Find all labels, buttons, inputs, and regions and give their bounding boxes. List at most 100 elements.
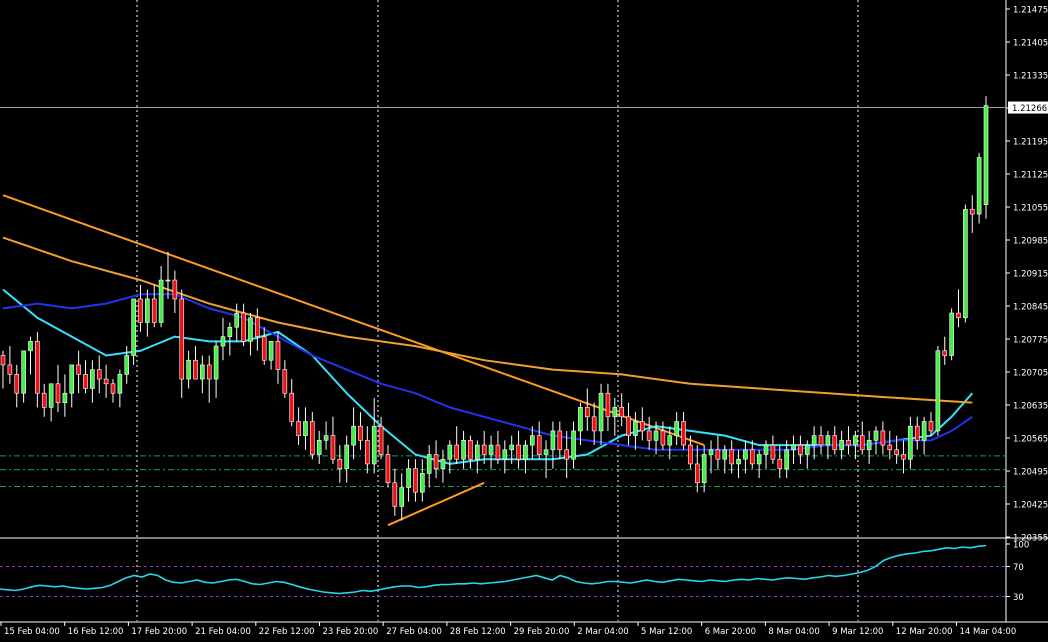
candle-body <box>186 359 191 380</box>
candle-body <box>804 444 810 455</box>
candle <box>316 430 322 464</box>
candle-body <box>633 421 638 436</box>
candle-body <box>399 487 404 507</box>
candle <box>103 364 109 398</box>
time-tick-label: 23 Feb 20:00 <box>323 627 379 637</box>
oscillator-axis-labels: 100 70 30 <box>1006 541 1029 603</box>
candle <box>213 341 219 398</box>
candle-body <box>117 374 123 394</box>
candle <box>646 416 652 450</box>
price-tick-label: 1.20635 <box>1013 402 1048 412</box>
candle <box>275 331 281 384</box>
candle-body <box>832 435 838 451</box>
candle-body <box>653 430 659 441</box>
candle <box>62 374 68 417</box>
candle <box>976 152 982 224</box>
time-tick-label: 12 Mar 20:00 <box>896 627 953 637</box>
candle <box>399 473 404 521</box>
forex-chart: 1.21475 1.21405 1.21335 1.21195 1.21125 1.210… <box>0 0 1048 638</box>
candle-body <box>509 444 514 451</box>
candle <box>35 331 40 408</box>
candle-body <box>426 454 432 474</box>
chart-svg: 1.21475 1.21405 1.21335 1.21195 1.21125 1.210… <box>0 0 1048 637</box>
candle <box>591 402 597 446</box>
candle <box>557 421 563 460</box>
candle-body <box>688 444 693 465</box>
candle <box>921 416 927 455</box>
candle <box>729 440 734 474</box>
oscillator-tick-label: 30 <box>1013 593 1024 603</box>
candle <box>715 435 721 469</box>
candle-body <box>323 435 329 441</box>
candle <box>488 435 494 469</box>
candle-body <box>14 374 20 394</box>
candle-body <box>956 312 961 319</box>
price-tick-label: 1.20985 <box>1013 237 1048 247</box>
candle-body <box>28 341 33 352</box>
candle-body <box>378 425 384 455</box>
candle <box>193 346 198 380</box>
candle-body <box>234 312 240 328</box>
candle <box>866 430 872 464</box>
time-tick-label: 28 Feb 12:00 <box>450 627 506 637</box>
candle-body <box>667 435 673 446</box>
candle <box>791 435 796 464</box>
candle-body <box>371 425 377 465</box>
time-tick-label: 5 Mar 12:00 <box>641 627 692 637</box>
candle-body <box>35 341 40 394</box>
candle-body <box>935 350 941 432</box>
candle <box>385 445 391 488</box>
candle-body <box>639 421 645 432</box>
candle-body <box>749 449 755 465</box>
candle-body <box>784 449 789 469</box>
candle-body <box>131 298 136 356</box>
candle <box>935 346 941 436</box>
price-tick-label: 1.20565 <box>1013 435 1048 445</box>
candle <box>585 388 590 431</box>
time-tick-label: 16 Feb 12:00 <box>68 627 124 637</box>
candle-body <box>873 430 879 441</box>
candle <box>502 440 508 474</box>
candle-body <box>21 350 26 394</box>
candle-body <box>330 435 336 460</box>
time-tick-label: 2 Mar 04:00 <box>577 627 628 637</box>
candle <box>619 393 624 427</box>
candle <box>151 284 157 328</box>
candle-body <box>385 454 391 484</box>
candle <box>475 440 480 474</box>
candle-body <box>646 430 652 441</box>
candle <box>337 445 343 483</box>
candle-body <box>681 421 686 446</box>
candle <box>7 346 13 384</box>
time-tick-label: 29 Feb 20:00 <box>514 627 570 637</box>
candle <box>818 426 824 455</box>
candle-body <box>0 355 6 366</box>
candle <box>158 265 164 328</box>
candle-body <box>763 444 769 455</box>
candle-body <box>818 435 824 446</box>
price-tick-label: 1.20845 <box>1013 303 1048 313</box>
candle <box>371 397 377 474</box>
candle-body <box>275 341 281 370</box>
candle-body <box>55 383 61 403</box>
candle <box>598 383 604 446</box>
candle-body <box>179 298 185 380</box>
candles <box>0 96 989 521</box>
candle-body <box>433 454 439 469</box>
candle-body <box>289 392 295 422</box>
candle <box>612 397 618 436</box>
candle <box>358 412 363 450</box>
candle-body <box>928 421 934 432</box>
candle-body <box>591 416 597 432</box>
candle-body <box>914 425 920 441</box>
candle-body <box>158 279 164 323</box>
time-tick-label: 6 Mar 20:00 <box>705 627 756 637</box>
candle-body <box>660 430 666 446</box>
candle <box>268 341 274 370</box>
candle <box>639 407 645 441</box>
candle-body <box>220 336 226 347</box>
candle <box>48 383 54 422</box>
candle-body <box>268 341 274 361</box>
price-tick-label: 1.21195 <box>1013 138 1048 148</box>
oscillator-tick-label: 100 <box>1013 541 1029 551</box>
